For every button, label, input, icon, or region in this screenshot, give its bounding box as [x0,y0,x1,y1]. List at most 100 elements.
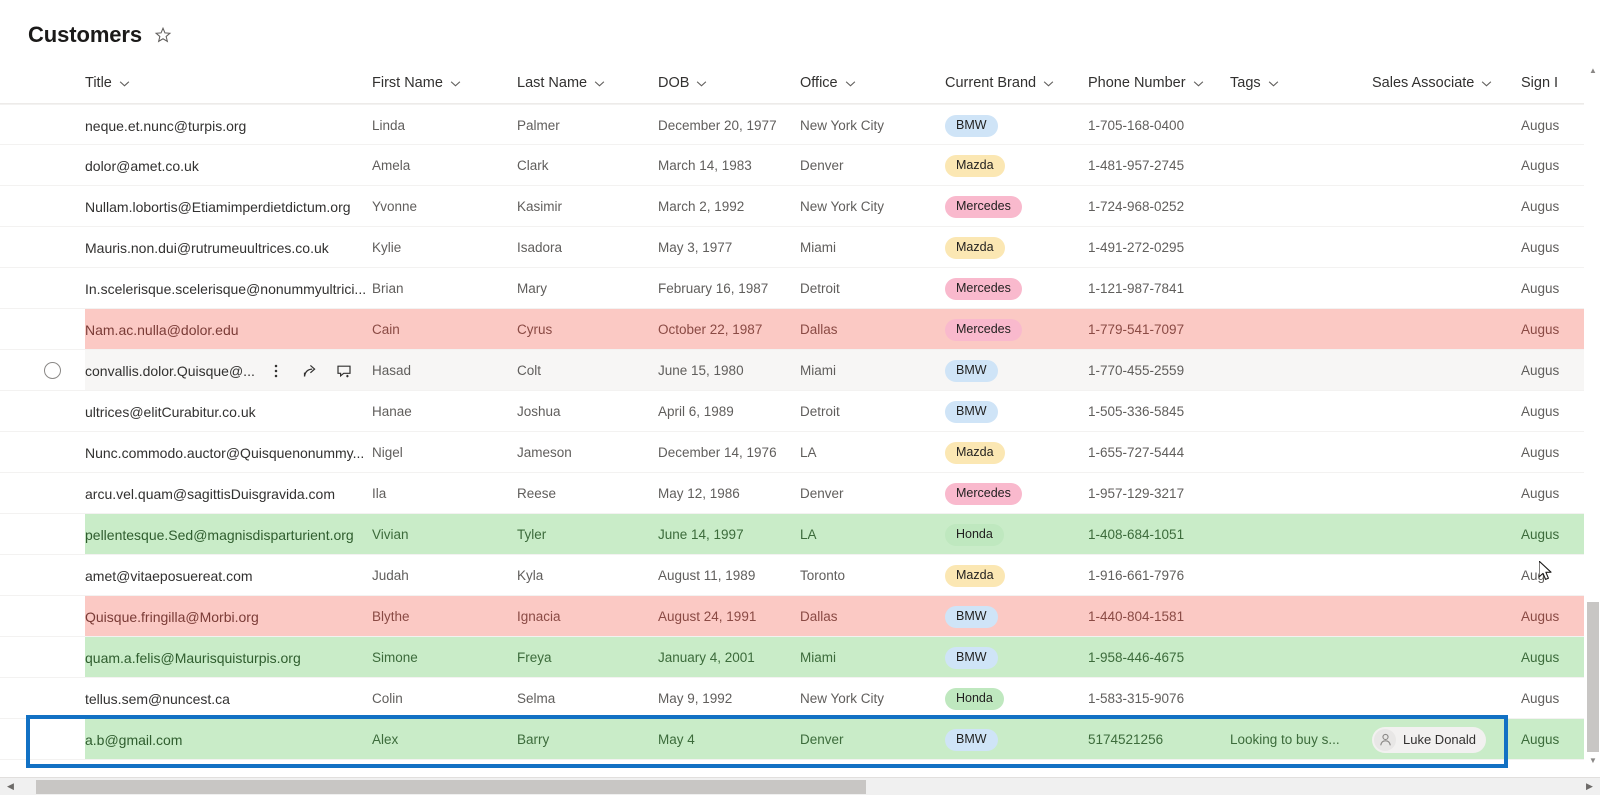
cell-text: April 6, 1989 [658,404,734,419]
table-row[interactable]: Nunc.commodo.auctor@Quisquenonummy... Nig… [0,432,1600,473]
cell-text: arcu.vel.quam@sagittisDuisgravida.com [85,485,335,502]
table-row[interactable]: Mauris.non.dui@rutrumeuultrices.co.uk Kyl… [0,227,1600,268]
column-header-last[interactable]: Last Name [517,62,605,104]
chevron-down-icon[interactable] [594,80,605,87]
table-row[interactable]: convallis.dolor.Quisque@... Hasad Colt June… [0,350,1600,391]
cell-last: Clark [517,145,657,186]
column-header-tags[interactable]: Tags [1230,62,1279,104]
cell-text: Miami [800,363,836,378]
more-vertical-icon[interactable] [268,363,284,379]
brand-pill: Mazda [945,441,1005,464]
column-header-dob[interactable]: DOB [658,62,707,104]
brand-pill: Mazda [945,564,1005,587]
cell-text: Linda [372,118,406,133]
column-header-title[interactable]: Title [85,62,130,104]
cell-text: LA [800,445,817,460]
scroll-right-arrow-icon[interactable]: ▶ [1581,778,1598,795]
sales-associate-chip[interactable]: Luke Donald [1372,726,1486,753]
cell-brand: BMW [945,105,1085,146]
cell-text: In.scelerisque.scelerisque@nonummyultric… [85,280,365,297]
cell-text: Simone [372,650,418,665]
cell-text: May 4 [658,732,695,747]
cell-text: Augus [1521,322,1560,337]
chevron-down-icon[interactable] [1043,80,1054,87]
cell-last: Kasimir [517,186,657,227]
vertical-scrollbar[interactable]: ▲ ▼ [1584,62,1600,768]
scroll-up-arrow-icon[interactable]: ▲ [1585,62,1600,78]
table-row[interactable]: quam.a.felis@Maurisquisturpis.org Simone F… [0,637,1600,678]
horizontal-scroll-thumb[interactable] [36,780,866,794]
cell-phone: 1-916-661-7976 [1088,555,1228,596]
table-row[interactable]: arcu.vel.quam@sagittisDuisgravida.com Ila… [0,473,1600,514]
cell-phone: 5174521256 [1088,719,1228,760]
column-header-signed[interactable]: Sign I [1521,62,1558,104]
column-header-label: DOB [658,75,690,91]
cell-first: Hanae [372,391,512,432]
cell-text: Judah [372,568,409,583]
table-row[interactable]: tellus.sem@nuncest.ca Colin Selma May 9, 19… [0,678,1600,719]
grid-header-row: Title First Name Last Name DOB Office Current… [0,62,1600,104]
chevron-down-icon[interactable] [119,80,130,87]
chevron-down-icon[interactable] [845,80,856,87]
cell-tags [1230,391,1370,432]
chevron-down-icon[interactable] [1481,80,1492,87]
cell-text: Palmer [517,118,560,133]
cell-tags [1230,350,1370,391]
chevron-down-icon[interactable] [450,80,461,87]
cell-text: Augus [1521,240,1560,255]
column-header-first[interactable]: First Name [372,62,461,104]
cell-text: December 20, 1977 [658,118,777,133]
column-header-label: Sales Associate [1372,75,1475,91]
cell-text: Mauris.non.dui@rutrumeuultrices.co.uk [85,239,329,256]
table-row[interactable]: ↲a.b@gmail.com Alex Barry May 4 Denver BMW 517… [0,719,1600,760]
row-select-circle-icon[interactable] [44,362,61,379]
column-header-brand[interactable]: Current Brand [945,62,1054,104]
chevron-down-icon[interactable] [1268,80,1279,87]
column-header-phone[interactable]: Phone Number [1088,62,1204,104]
cell-text: New York City [800,691,885,706]
cell-title: pellentesque.Sed@magnisdisparturient.org [85,514,365,555]
cell-text: Reese [517,486,557,501]
cell-office: New York City [800,186,940,227]
table-row[interactable]: dolor@amet.co.uk Amela Clark March 14, 1983… [0,145,1600,186]
column-header-associate[interactable]: Sales Associate [1372,62,1492,104]
table-row[interactable]: Nam.ac.nulla@dolor.edu Cain Cyrus October 2… [0,309,1600,350]
cell-tags [1230,105,1370,146]
vertical-scroll-thumb[interactable] [1587,602,1599,752]
chevron-down-icon[interactable] [1193,80,1204,87]
cell-office: Dallas [800,309,940,350]
cell-text: Nigel [372,445,403,460]
brand-pill: BMW [945,400,998,423]
cell-text: Augus [1521,650,1560,665]
column-header-label: Office [800,75,838,91]
cell-phone: 1-505-336-5845 [1088,391,1228,432]
cell-text: Kylie [372,240,402,255]
cell-text: Kasimir [517,199,563,214]
share-icon[interactable] [302,363,318,379]
scroll-left-arrow-icon[interactable]: ◀ [2,778,19,795]
table-row[interactable]: ultrices@elitCurabitur.co.uk Hanae Joshua A… [0,391,1600,432]
scroll-down-arrow-icon[interactable]: ▼ [1585,752,1600,768]
table-row[interactable]: amet@vitaeposuereat.com Judah Kyla August 1… [0,555,1600,596]
table-row[interactable]: Quisque.fringilla@Morbi.org Blythe Ignacia… [0,596,1600,637]
table-row[interactable]: pellentesque.Sed@magnisdisparturient.org… [0,514,1600,555]
table-row[interactable]: Nullam.lobortis@Etiamimperdietdictum.org… [0,186,1600,227]
cell-phone: 1-958-446-4675 [1088,637,1228,678]
cell-text: February 16, 1987 [658,281,769,296]
table-row[interactable]: neque.et.nunc@turpis.org Linda Palmer Decem… [0,104,1600,145]
cell-text: 1-481-957-2745 [1088,158,1185,173]
chevron-down-icon[interactable] [696,80,707,87]
comment-icon[interactable] [336,363,352,379]
cell-title: tellus.sem@nuncest.ca [85,678,365,719]
table-row[interactable]: In.scelerisque.scelerisque@nonummyultric… [0,268,1600,309]
cell-text: Augus [1521,199,1560,214]
cell-text: 1-705-168-0400 [1088,118,1185,133]
star-icon[interactable] [154,26,172,44]
cell-dob: August 11, 1989 [658,555,798,596]
cell-text: Miami [800,240,836,255]
cell-last: Reese [517,473,657,514]
horizontal-scrollbar[interactable]: ◀ ▶ [0,777,1600,795]
brand-pill: BMW [945,114,998,137]
cell-last: Colt [517,350,657,391]
column-header-office[interactable]: Office [800,62,856,104]
